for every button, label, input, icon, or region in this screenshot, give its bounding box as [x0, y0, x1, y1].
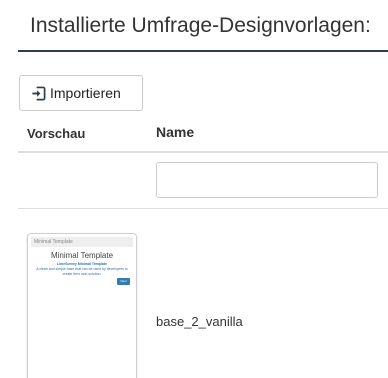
column-header-name[interactable]: Name	[156, 124, 194, 140]
import-icon	[32, 86, 46, 100]
preview-header-bar: Minimal Template	[31, 237, 133, 247]
preview-title: Minimal Template	[50, 251, 114, 260]
title-divider	[18, 50, 388, 52]
import-button[interactable]: Importieren	[19, 75, 143, 111]
template-preview-thumbnail[interactable]: Minimal Template Minimal Template LimeSu…	[27, 233, 137, 378]
import-button-label: Importieren	[50, 85, 121, 101]
column-header-preview[interactable]: Vorschau	[27, 126, 85, 141]
header-divider	[18, 151, 388, 153]
template-list-page: Installierte Umfrage-Designvorlagen: Imp…	[0, 0, 388, 378]
name-filter-input[interactable]	[156, 162, 378, 198]
preview-subtitle: LimeSurvey Minimal Template	[57, 262, 107, 266]
filter-divider	[18, 208, 388, 209]
preview-description: A clean and simple base that can be used…	[36, 267, 128, 276]
page-title: Installierte Umfrage-Designvorlagen:	[30, 14, 371, 37]
template-name[interactable]: base_2_vanilla	[156, 314, 243, 329]
preview-next-button: Next	[117, 278, 130, 285]
